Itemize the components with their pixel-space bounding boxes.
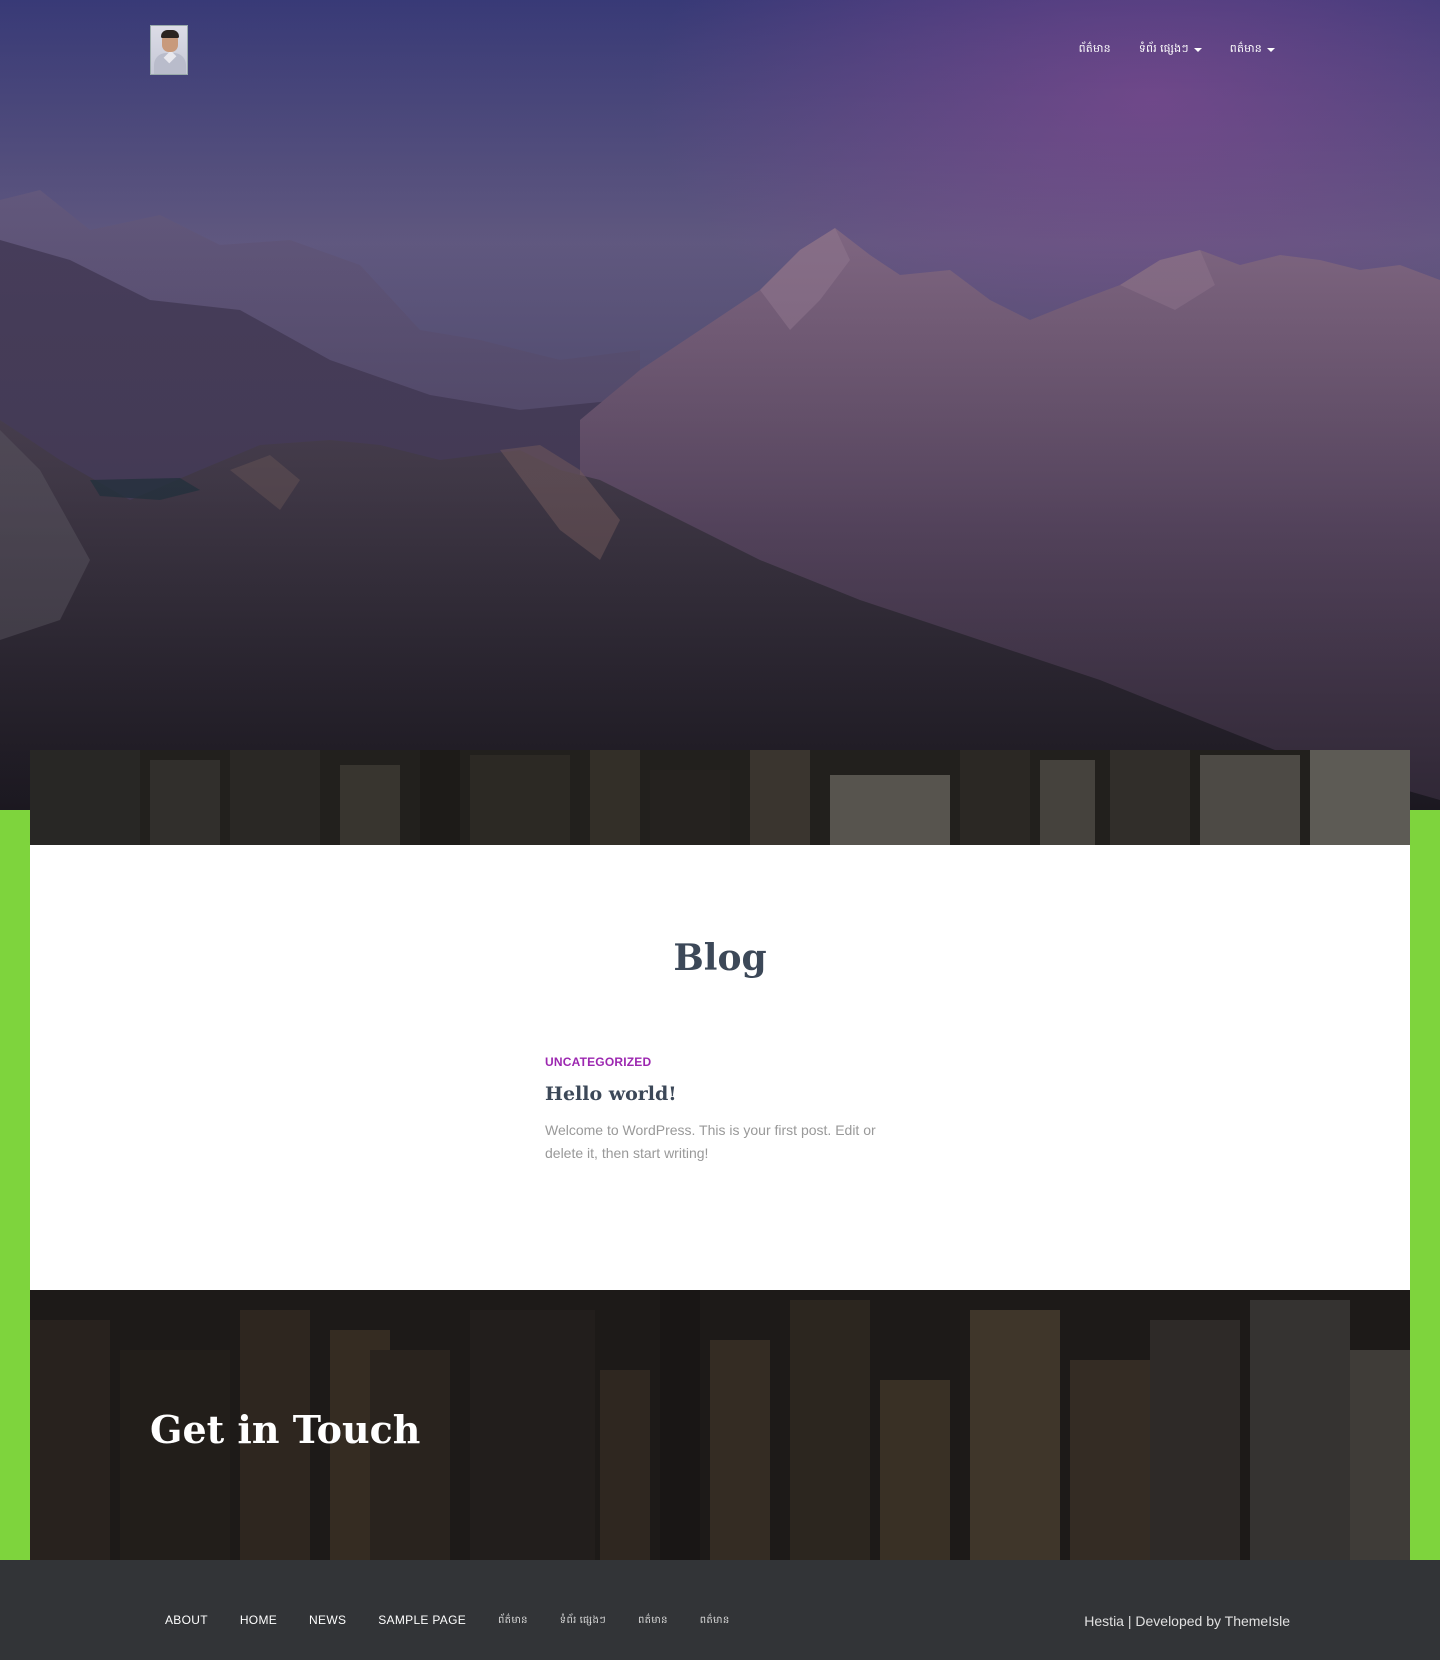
post-excerpt: Welcome to WordPress. This is your first… [545,1122,876,1161]
contact-section: Get in Touch [30,1290,1410,1560]
credits-text: Hestia | Developed by [1084,1613,1225,1629]
footer-credits: Hestia | Developed by ThemeIsle [1084,1613,1290,1629]
blog-post-card: UNCATEGORIZED Hello world! Welcome to Wo… [545,1055,890,1165]
footer-link-about[interactable]: ABOUT [165,1613,208,1628]
blog-section: Blog UNCATEGORIZED Hello world! Welcome … [30,845,1410,1290]
footer-link-sample-page[interactable]: SAMPLE PAGE [378,1613,466,1628]
site-footer: ABOUT HOME NEWS SAMPLE PAGE ព័ត៌មាន ទំព័… [0,1560,1440,1660]
contact-section-title: Get in Touch [150,1407,421,1452]
caret-down-icon [1193,48,1202,52]
hero-overlay [0,0,1440,810]
city-image-strip [30,750,1410,845]
footer-menu: ABOUT HOME NEWS SAMPLE PAGE ព័ត៌មាន ទំព័… [165,1613,730,1628]
post-title-link[interactable]: Hello world! [545,1083,890,1105]
nav-item-label: ពត៌មាន [1229,43,1262,55]
logo-person-hair [161,30,179,38]
top-navbar: ព័ត៌មាន ទំព័រ ផ្សេងៗ ពត៌មាន [0,0,1440,100]
nav-item-other-pages[interactable]: ទំព័រ ផ្សេងៗ [1139,42,1202,58]
site-logo[interactable] [150,25,188,75]
footer-link-khmer-news[interactable]: ព័ត៌មាន [498,1613,528,1628]
post-category-link[interactable]: UNCATEGORIZED [545,1055,890,1069]
footer-link-information-2[interactable]: ពត៌មាន [700,1613,730,1628]
primary-nav: ព័ត៌មាន ទំព័រ ផ្សេងៗ ពត៌មាន [1079,42,1275,58]
blog-section-title: Blog [673,937,767,979]
themeisle-link[interactable]: ThemeIsle [1225,1613,1290,1629]
nav-item-information[interactable]: ពត៌មាន [1230,42,1275,58]
nav-item-news[interactable]: ព័ត៌មាន [1079,42,1111,58]
footer-link-news[interactable]: NEWS [309,1613,346,1628]
nav-item-label: ទំព័រ ផ្សេងៗ [1138,43,1189,55]
footer-link-other-pages[interactable]: ទំព័រ ផ្សេងៗ [560,1613,606,1628]
caret-down-icon [1267,48,1275,52]
hero-section: ព័ត៌មាន ទំព័រ ផ្សេងៗ ពត៌មាន [0,0,1440,810]
footer-link-information[interactable]: ពត៌មាន [638,1613,668,1628]
city-skyline-image [30,750,1410,845]
nav-item-label: ព័ត៌មាន [1078,43,1111,55]
footer-link-home[interactable]: HOME [240,1613,277,1628]
